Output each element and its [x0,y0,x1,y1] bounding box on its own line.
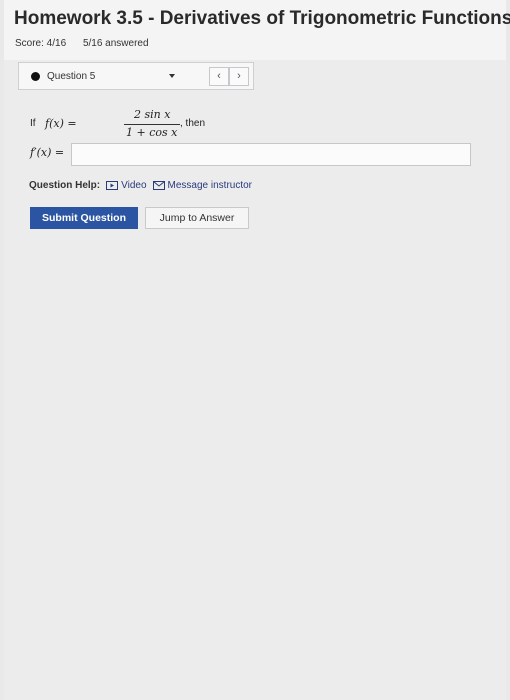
score-line: Score: 4/16 5/16 answered [15,38,149,49]
function-lhs: f(x) = [45,117,77,130]
question-select-label: Question 5 [47,70,96,82]
chevron-down-icon [169,74,175,78]
answer-input[interactable] [71,143,471,166]
question-help-label: Question Help: [29,180,101,191]
problem-intro: If [30,118,36,129]
homework-page: Homework 3.5 - Derivatives of Trigonomet… [4,0,510,700]
fraction-denominator: 1 + cos x [126,126,178,139]
question-help: Question Help: Video Message instructor [29,180,258,191]
fraction-bar [124,124,180,125]
page-title: Homework 3.5 - Derivatives of Trigonomet… [14,8,510,29]
previous-question-button[interactable]: ‹ [209,67,229,86]
video-link-label: Video [121,180,147,191]
video-icon [106,181,119,190]
question-navigator: Question 5 ‹ › [18,62,254,90]
answered-count: 5/16 answered [82,38,149,49]
jump-to-answer-button[interactable]: Jump to Answer [145,207,249,229]
video-link[interactable]: Video [106,180,147,191]
problem-then: , then [180,118,206,129]
status-dot-icon [31,71,40,81]
submit-question-button[interactable]: Submit Question [30,207,138,229]
next-question-button[interactable]: › [229,67,249,86]
derivative-lhs: f′(x) = [30,146,65,159]
message-instructor-label: Message instructor [167,180,253,191]
fraction-numerator: 2 sin x [134,108,171,121]
score-text: Score: 4/16 [15,38,67,49]
page-header: Homework 3.5 - Derivatives of Trigonomet… [4,0,510,60]
question-select[interactable]: Question 5 [19,63,183,89]
envelope-icon [152,181,165,190]
message-instructor-link[interactable]: Message instructor [152,180,253,191]
